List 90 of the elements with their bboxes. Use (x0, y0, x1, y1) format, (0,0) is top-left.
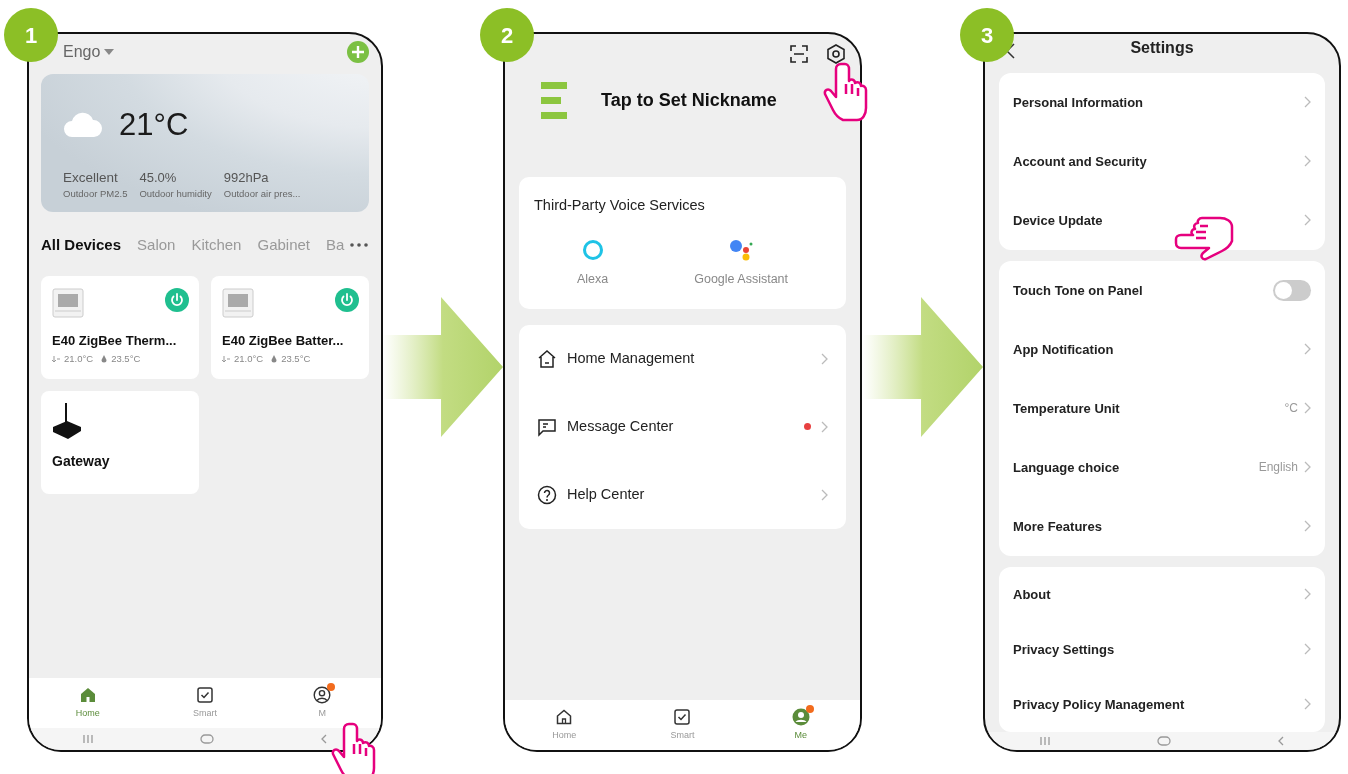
device-name: E40 ZigBee Therm... (52, 331, 178, 350)
settings-icon[interactable] (826, 44, 846, 64)
menu-item[interactable]: Home Management (519, 324, 846, 393)
setting-label[interactable]: Language choice (1013, 457, 1253, 478)
stat-value: 992hPa (223, 170, 270, 184)
person-icon (313, 685, 332, 704)
droplet-icon (101, 355, 108, 364)
device-card[interactable]: E40 ZigBee Therm... 21.0°C 23.5°C (41, 275, 199, 379)
thermostat-icon (52, 287, 84, 318)
temperature-reading: 21°C (119, 106, 189, 144)
toggle-switch[interactable] (1273, 279, 1311, 301)
setting-label[interactable]: Temperature Unit (1013, 398, 1279, 419)
help-icon (537, 484, 557, 505)
person-icon (791, 707, 810, 726)
message-icon (537, 416, 557, 437)
setting-label[interactable]: Personal Information (1013, 92, 1298, 113)
setting-value: °C (1284, 400, 1298, 418)
stat-label: Outdoor air pres... (223, 186, 301, 201)
room-temperature: 23.5°C (281, 352, 311, 366)
setting-label[interactable]: About (1013, 584, 1298, 605)
section-title: Third-Party Voice Services (534, 196, 706, 215)
recent-apps-icon[interactable] (1037, 735, 1052, 746)
colored-dots-icon (729, 238, 754, 261)
setting-label[interactable]: Privacy Policy Management (1013, 694, 1298, 715)
chevron-right-icon (1304, 96, 1311, 109)
voice-service[interactable]: Alexa (534, 238, 652, 289)
caret-down-icon[interactable] (104, 49, 115, 55)
chevron-right-icon (1304, 402, 1311, 415)
nav-tab[interactable]: Home (62, 685, 113, 721)
checkbox-icon (673, 707, 692, 726)
step-number: 3 (960, 8, 1014, 62)
chevron-right-icon (821, 352, 828, 365)
more-icon[interactable] (350, 243, 369, 248)
house-icon (78, 685, 97, 704)
chevron-right-icon (1304, 461, 1311, 474)
device-name: E40 ZigBee Batter... (222, 331, 345, 350)
menu-item[interactable]: Message Center (519, 392, 846, 461)
room-temperature: 23.5°C (111, 352, 141, 366)
setting-label: Touch Tone on Panel (1013, 281, 1144, 300)
setting-label[interactable]: App Notification (1013, 339, 1298, 360)
chevron-right-icon (821, 488, 828, 501)
nickname-link[interactable]: Tap to Set Nickname (601, 87, 777, 114)
logo-icon (541, 82, 567, 119)
setting-label[interactable]: Account and Security (1013, 151, 1298, 172)
chevron-right-icon (1304, 698, 1311, 711)
chevron-right-icon (1304, 155, 1311, 168)
droplet-icon (271, 355, 278, 364)
cloud-icon (63, 112, 103, 139)
setpoint-icon (52, 355, 60, 363)
stat-value: Excellent (63, 170, 119, 184)
set-temperature: 21.0°C (64, 352, 94, 366)
setting-label[interactable]: Privacy Settings (1013, 639, 1298, 660)
back-icon[interactable] (1005, 43, 1015, 59)
home-name[interactable]: Engo (63, 40, 101, 64)
voice-service[interactable]: Google Assistant (651, 238, 831, 289)
right-arrow-icon (383, 297, 503, 437)
house-icon (555, 707, 574, 726)
stat-label: Outdoor PM2.5 (63, 187, 128, 201)
add-icon[interactable] (347, 41, 369, 63)
power-button-icon[interactable] (165, 287, 189, 312)
ring-icon (581, 238, 604, 261)
setting-value: English (1258, 459, 1298, 477)
device-card[interactable]: E40 ZigBee Batter... 21.0°C 23.5°C (211, 275, 369, 379)
scan-icon[interactable] (790, 45, 808, 63)
nav-tab[interactable]: Me (775, 707, 826, 743)
setting-label[interactable]: Device Update (1013, 210, 1298, 231)
page-title: Settings (1130, 37, 1194, 58)
chevron-right-icon (1304, 343, 1311, 356)
chevron-right-icon (1304, 520, 1311, 533)
step-number: 2 (480, 8, 534, 62)
chevron-right-icon (1304, 588, 1311, 601)
chevron-right-icon (1304, 214, 1311, 227)
chevron-right-icon (1304, 643, 1311, 656)
stat-value: 45.0% (139, 170, 178, 184)
house-icon (537, 348, 557, 369)
stat-label: Outdoor humidity (139, 186, 212, 201)
router-icon (52, 402, 82, 441)
device-name: Gateway (52, 451, 111, 471)
checkbox-icon (196, 685, 214, 704)
power-button-icon[interactable] (335, 287, 359, 312)
step-number: 1 (4, 8, 58, 62)
recent-apps-icon[interactable] (81, 734, 96, 744)
device-card[interactable]: Gateway (41, 390, 199, 494)
menu-item[interactable]: Help Center (519, 460, 846, 529)
setpoint-icon (222, 355, 230, 363)
room-tab[interactable]: All Devices (41, 234, 122, 257)
thermostat-icon (222, 287, 254, 318)
setting-label[interactable]: More Features (1013, 516, 1298, 537)
set-temperature: 21.0°C (234, 352, 264, 366)
chevron-right-icon (821, 420, 828, 433)
